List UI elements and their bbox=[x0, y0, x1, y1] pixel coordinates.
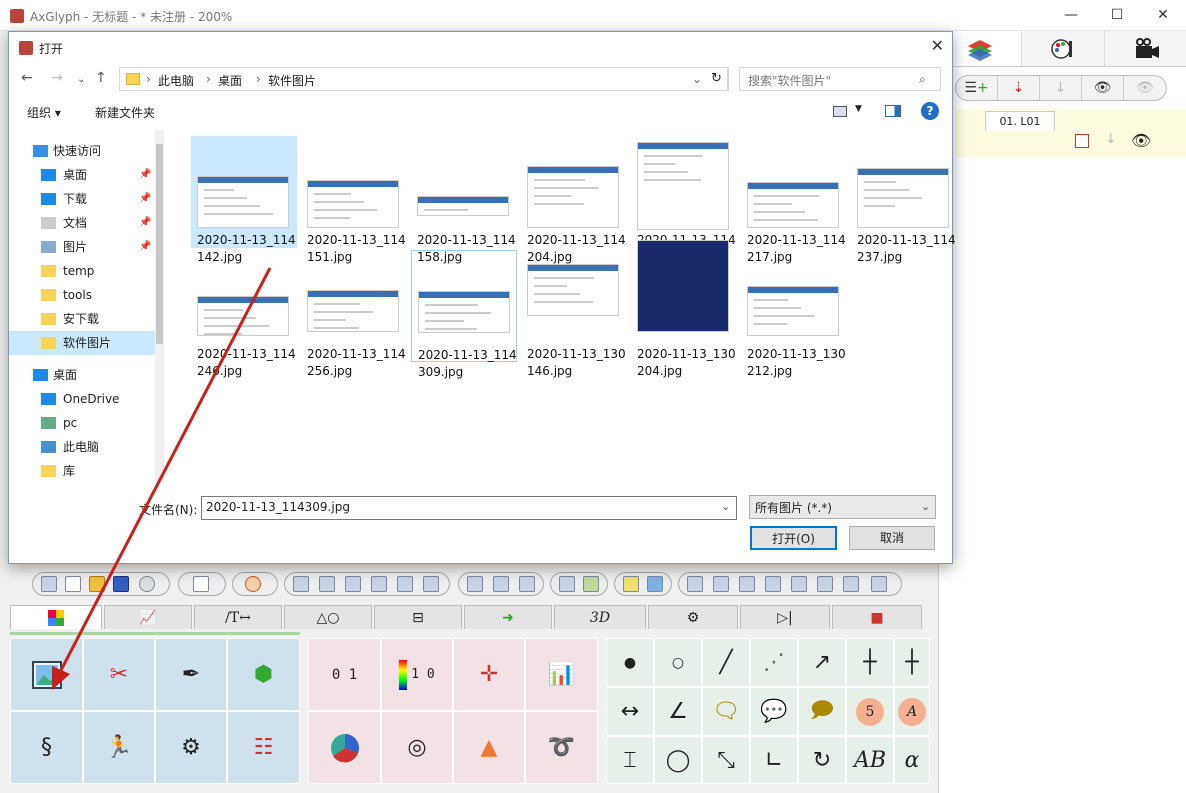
annotation-arrow bbox=[52, 267, 272, 690]
